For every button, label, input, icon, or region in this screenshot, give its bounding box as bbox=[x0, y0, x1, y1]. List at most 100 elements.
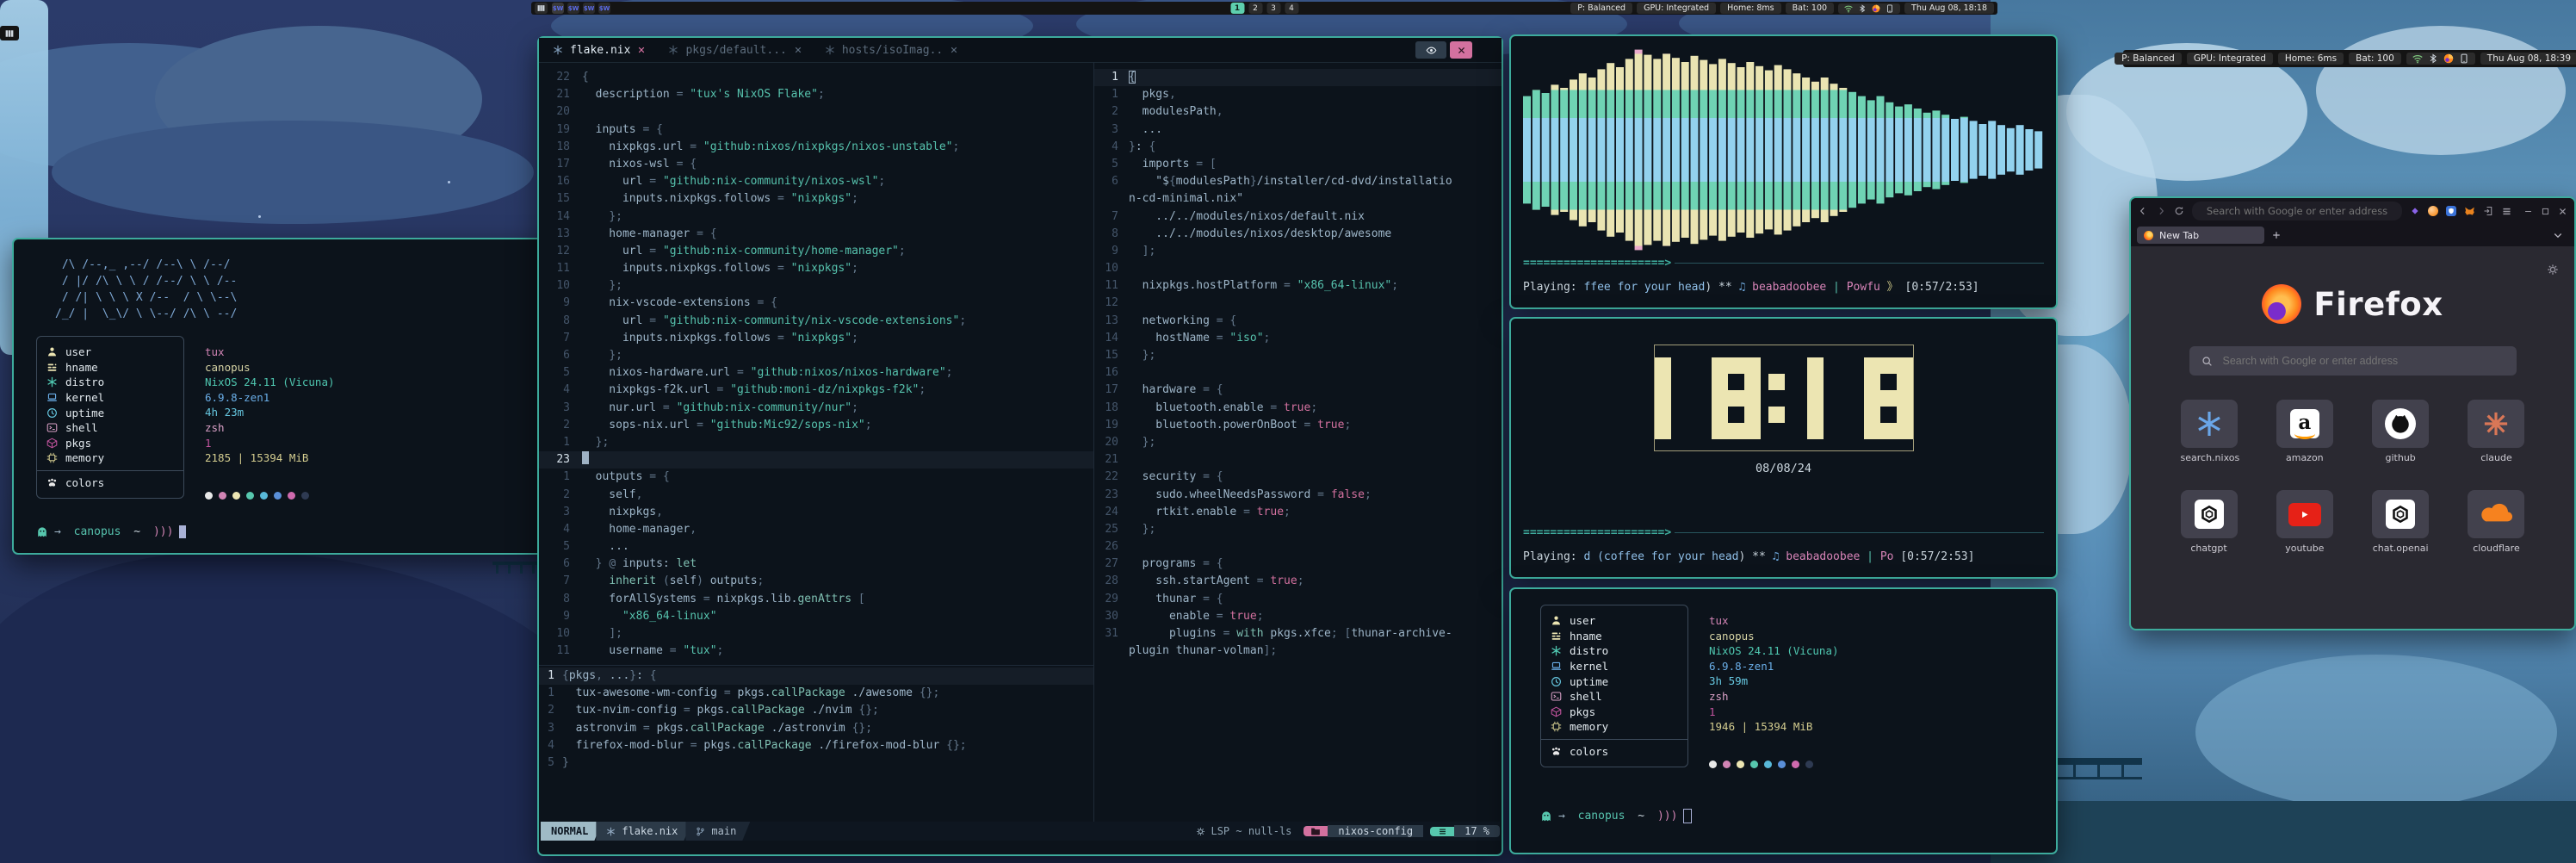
editor-tab[interactable]: hosts/isoImag.. bbox=[825, 44, 958, 57]
layout-button[interactable] bbox=[535, 3, 548, 14]
extension-icon[interactable] bbox=[2428, 206, 2438, 216]
shortcut-github[interactable]: github bbox=[2372, 400, 2429, 464]
editor-tab[interactable]: flake.nix bbox=[553, 44, 646, 57]
tag-button[interactable]: $W bbox=[598, 3, 610, 14]
code-line: 22 security = { bbox=[1094, 469, 1502, 486]
color-palette bbox=[1709, 761, 1813, 768]
color-dot bbox=[246, 492, 254, 500]
workspace-button-4[interactable]: 4 bbox=[1285, 3, 1298, 14]
firefox-logo-row: Firefox bbox=[2131, 246, 2574, 324]
tag-button[interactable]: $W bbox=[552, 3, 564, 14]
left-terminal-window[interactable]: /\ /--,_ ,--/ /--\ \ /--/ / |/ /\ \ \ / … bbox=[12, 238, 594, 555]
status-pill[interactable]: Bat: 100 bbox=[2349, 53, 2401, 65]
refresh-button[interactable] bbox=[2174, 206, 2184, 216]
shell-prompt[interactable]: → canopus ~ ))) bbox=[36, 525, 186, 538]
close-button[interactable] bbox=[2558, 207, 2567, 216]
password-extension-icon[interactable] bbox=[2446, 206, 2456, 216]
fetch-value: 2185 | 15394 MiB bbox=[205, 450, 335, 466]
bt-icon[interactable] bbox=[2428, 53, 2438, 64]
code-line: 5 ... bbox=[539, 538, 1093, 556]
code-line: 2 self, bbox=[539, 487, 1093, 504]
firefox-icon[interactable] bbox=[2443, 53, 2454, 64]
file-segment[interactable]: flake.nix bbox=[596, 822, 691, 841]
shortcut-cloudflare[interactable]: cloudflare bbox=[2468, 490, 2524, 555]
workspace-button-1[interactable]: 1 bbox=[1230, 3, 1244, 14]
tag-button[interactable]: $W bbox=[567, 3, 579, 14]
metamask-icon[interactable] bbox=[2464, 206, 2475, 217]
code-line: 29 thunar = { bbox=[1094, 591, 1502, 608]
tag-button[interactable]: $W bbox=[583, 3, 595, 14]
maximize-button[interactable] bbox=[2541, 207, 2550, 216]
workspace-button-2[interactable]: 2 bbox=[1248, 3, 1262, 14]
bt-icon[interactable] bbox=[1858, 4, 1867, 13]
clock-pill[interactable]: Thu Aug 08, 18:18 bbox=[1904, 3, 1994, 14]
gear-icon bbox=[1196, 827, 1205, 836]
color-dot bbox=[1750, 761, 1758, 768]
system-tray bbox=[1838, 3, 1900, 14]
close-window-button[interactable] bbox=[1450, 41, 1472, 59]
editor-tab[interactable]: pkgs/default... bbox=[668, 44, 802, 57]
firefox-favicon bbox=[2144, 231, 2153, 240]
tab-list-button[interactable] bbox=[2553, 230, 2563, 240]
shortcut-claude[interactable]: claude bbox=[2468, 400, 2524, 464]
editor-pane-iso[interactable]: 1{1 pkgs,2 modulesPath,3 ...4}: {5 impor… bbox=[1094, 62, 1502, 660]
tab-new-tab[interactable]: New Tab bbox=[2137, 227, 2264, 244]
status-pill[interactable]: P: Balanced bbox=[2115, 53, 2182, 65]
editor-window[interactable]: flake.nixpkgs/default...hosts/isoImag.. … bbox=[537, 36, 1503, 856]
branch-segment[interactable]: main bbox=[685, 822, 750, 841]
search-input[interactable] bbox=[2221, 354, 2505, 368]
close-tab-icon[interactable] bbox=[637, 46, 646, 54]
code-line: 16 bbox=[1094, 364, 1502, 382]
fetch-value: 1 bbox=[205, 436, 335, 451]
shortcut-chat.openai[interactable]: chat.openai bbox=[2372, 490, 2429, 555]
minimize-button[interactable] bbox=[2523, 207, 2533, 216]
toggle-button[interactable] bbox=[1415, 41, 1446, 59]
paw-icon bbox=[1550, 746, 1562, 757]
editor-pane-pkgs[interactable]: 1{pkgs, ...}: {1 tux-awesome-wm-config =… bbox=[539, 667, 1093, 772]
split-divider[interactable] bbox=[539, 665, 1093, 666]
snow-icon bbox=[46, 376, 58, 388]
fetch-terminal-window[interactable]: userhnamedistrokerneluptimeshellpkgsmemo… bbox=[1509, 587, 2058, 854]
extension-icon[interactable] bbox=[2410, 206, 2420, 216]
status-pill[interactable]: Bat: 100 bbox=[1786, 3, 1834, 14]
project-segment[interactable]: nixos-config bbox=[1328, 825, 1423, 837]
url-bar[interactable] bbox=[2192, 202, 2402, 220]
new-tab-button[interactable] bbox=[2271, 230, 2282, 240]
menu-button[interactable] bbox=[2501, 206, 2512, 217]
close-tab-icon[interactable] bbox=[794, 46, 802, 54]
cava-terminal-window[interactable]: =====================> Playing: ffee for… bbox=[1509, 34, 2058, 309]
workspace-button-3[interactable]: 3 bbox=[1266, 3, 1280, 14]
shortcut-search.nixos[interactable]: search.nixos bbox=[2181, 400, 2238, 464]
code-line: 20 bbox=[539, 103, 1093, 121]
shortcut-youtube[interactable]: youtube bbox=[2276, 490, 2333, 555]
firefox-icon[interactable] bbox=[1872, 4, 1880, 13]
wifi-icon[interactable] bbox=[2412, 53, 2423, 64]
status-pill[interactable]: P: Balanced bbox=[1570, 3, 1632, 14]
firefox-tabbar: New Tab bbox=[2131, 224, 2574, 246]
shell-prompt[interactable]: → canopus ~ ))) bbox=[1540, 809, 1692, 823]
firefox-window[interactable]: New Tab Firefox search.nixos aamazon githu… bbox=[2129, 196, 2576, 630]
close-tab-icon[interactable] bbox=[950, 46, 958, 54]
phone-icon[interactable] bbox=[1886, 4, 1894, 13]
shortcut-label: cloudflare bbox=[2473, 543, 2520, 554]
shortcut-amazon[interactable]: aamazon bbox=[2276, 400, 2333, 464]
wifi-icon[interactable] bbox=[1844, 4, 1853, 13]
status-pill[interactable]: GPU: Integrated bbox=[1637, 3, 1716, 14]
clock-terminal-window[interactable]: 08/08/24 =====================> Playing:… bbox=[1509, 317, 2058, 579]
phone-icon[interactable] bbox=[2459, 53, 2469, 64]
code-line: 7 inherit (self) outputs; bbox=[539, 573, 1093, 590]
forward-button[interactable] bbox=[2156, 206, 2166, 216]
code-line: 1 tux-awesome-wm-config = pkgs.callPacka… bbox=[539, 685, 1093, 702]
search-box[interactable] bbox=[2189, 346, 2517, 376]
settings-gear-icon[interactable] bbox=[2547, 264, 2559, 276]
status-pill[interactable]: Home: 6ms bbox=[2278, 53, 2344, 65]
code-line: 7 ../../modules/nixos/default.nix bbox=[1094, 208, 1502, 226]
sidebar-icon[interactable] bbox=[2483, 206, 2493, 216]
shortcut-chatgpt[interactable]: chatgpt bbox=[2181, 490, 2238, 555]
status-pill[interactable]: Home: 8ms bbox=[1720, 3, 1781, 14]
clock-pill[interactable]: Thu Aug 08, 18:39 bbox=[2480, 53, 2576, 65]
status-pill[interactable]: GPU: Integrated bbox=[2187, 53, 2273, 65]
editor-pane-flake[interactable]: 22{21 description = "tux's NixOS Flake";… bbox=[539, 62, 1093, 660]
back-button[interactable] bbox=[2138, 206, 2148, 216]
bar-fragment[interactable] bbox=[0, 26, 19, 40]
